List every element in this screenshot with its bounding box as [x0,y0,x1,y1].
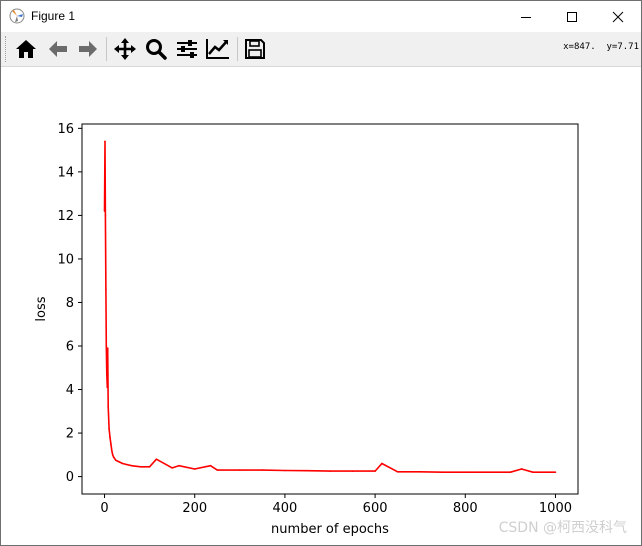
x-tick-label: 800 [453,501,478,516]
loss-data-point [126,463,128,466]
loss-data-point [112,456,115,458]
y-tick-label: 2 [66,427,74,442]
loss-data-point [108,427,110,430]
loss-data-point [419,471,421,473]
loss-data-point [178,464,180,467]
forward-arrow-icon [79,41,97,57]
loss-data-point [374,470,376,472]
loss-data-point [193,468,196,470]
maximize-button[interactable] [549,1,595,32]
loss-data-point [139,465,142,468]
loss-data-point [441,471,444,474]
save-button[interactable] [241,35,269,63]
minimize-button[interactable] [503,1,549,32]
loss-data-point [110,449,113,452]
subplots-config-icon [177,40,197,58]
loss-data-point [306,469,309,472]
loss-data-point [381,462,383,465]
loss-data-point [106,347,109,349]
loss-data-point [284,469,286,472]
loss-data-point [117,460,119,463]
window-title: Figure 1 [31,9,76,23]
home-button[interactable] [12,35,40,63]
toolbar-separator [106,37,107,61]
minimize-icon [521,16,531,18]
loss-data-point [104,214,107,217]
y-tick-label: 4 [66,383,74,398]
loss-data-point [216,469,219,471]
loss-data-point [103,210,106,212]
loss-data-point [115,459,117,462]
loss-data-point [105,345,108,347]
y-tick-label: 8 [66,296,74,311]
title-bar[interactable]: Figure 1 [1,1,641,32]
watermark: CSDN @柯西没科气 [498,520,627,536]
save-icon [245,39,265,59]
home-icon [16,40,36,58]
x-tick-label: 0 [100,501,108,516]
cursor-coordinates: x=847. y=7.71 [563,42,639,52]
forward-button[interactable] [74,35,102,63]
loss-data-point [487,471,489,474]
back-button[interactable] [44,35,72,63]
pan-icon [114,38,136,60]
loss-data-point [261,469,264,471]
x-axis-label: number of epochs [271,522,389,537]
loss-data-point [532,471,534,474]
zoom-button[interactable] [142,35,170,63]
close-icon [612,11,624,22]
x-tick-label: 600 [363,501,388,516]
pan-button[interactable] [111,35,139,63]
figure-background [1,67,641,545]
edit-axis-button[interactable] [204,35,232,63]
loss-data-point [148,465,151,468]
configure-subplots-button[interactable] [173,35,201,63]
loss-data-point [509,471,512,474]
maximize-icon [567,11,577,22]
loss-data-point [239,469,241,471]
close-button[interactable] [595,1,641,32]
loss-data-point [464,471,467,474]
loss-data-point [121,462,124,465]
loss-data-point [554,471,557,474]
x-tick-label: 400 [272,501,297,516]
loss-data-point [155,458,158,460]
toolbar-grip[interactable] [5,36,9,62]
loss-data-point [130,464,133,467]
loss-data-point [107,406,109,408]
loss-data-point [351,470,354,472]
loss-data-point [396,471,399,473]
loss-data-point [109,436,111,439]
figure-window: Figure 1 x=847. y=7.71 0 200 400 600 800… [0,0,642,546]
navigation-toolbar [1,32,641,67]
loss-data-point [110,443,112,445]
matplotlib-icon [9,8,25,24]
y-tick-label: 12 [57,209,74,224]
y-tick-label: 6 [66,340,74,355]
y-tick-label: 16 [57,122,74,137]
loss-data-point [329,470,331,472]
back-arrow-icon [49,41,67,57]
loss-data-point [106,373,108,376]
loss-data-point [209,464,212,467]
loss-data-point [104,140,106,143]
y-tick-label: 14 [57,165,74,180]
y-tick-label: 10 [57,252,74,267]
loss-data-point [105,288,107,291]
edit-axis-icon [206,39,229,59]
loss-data-point [543,471,545,474]
loss-data-point [111,454,114,456]
x-tick-label: 1000 [539,501,572,516]
toolbar-separator [237,37,238,61]
y-tick-label: 0 [66,470,74,485]
loss-data-point [520,468,523,470]
y-axis-label: loss [34,296,49,321]
loss-data-point [106,386,109,389]
x-tick-label: 200 [182,501,207,516]
loss-data-point [171,467,173,469]
zoom-icon [146,39,167,60]
loss-chart: 0 200 400 600 800 1000 0 2 4 6 8 10 12 14 16 number o… [1,67,641,545]
